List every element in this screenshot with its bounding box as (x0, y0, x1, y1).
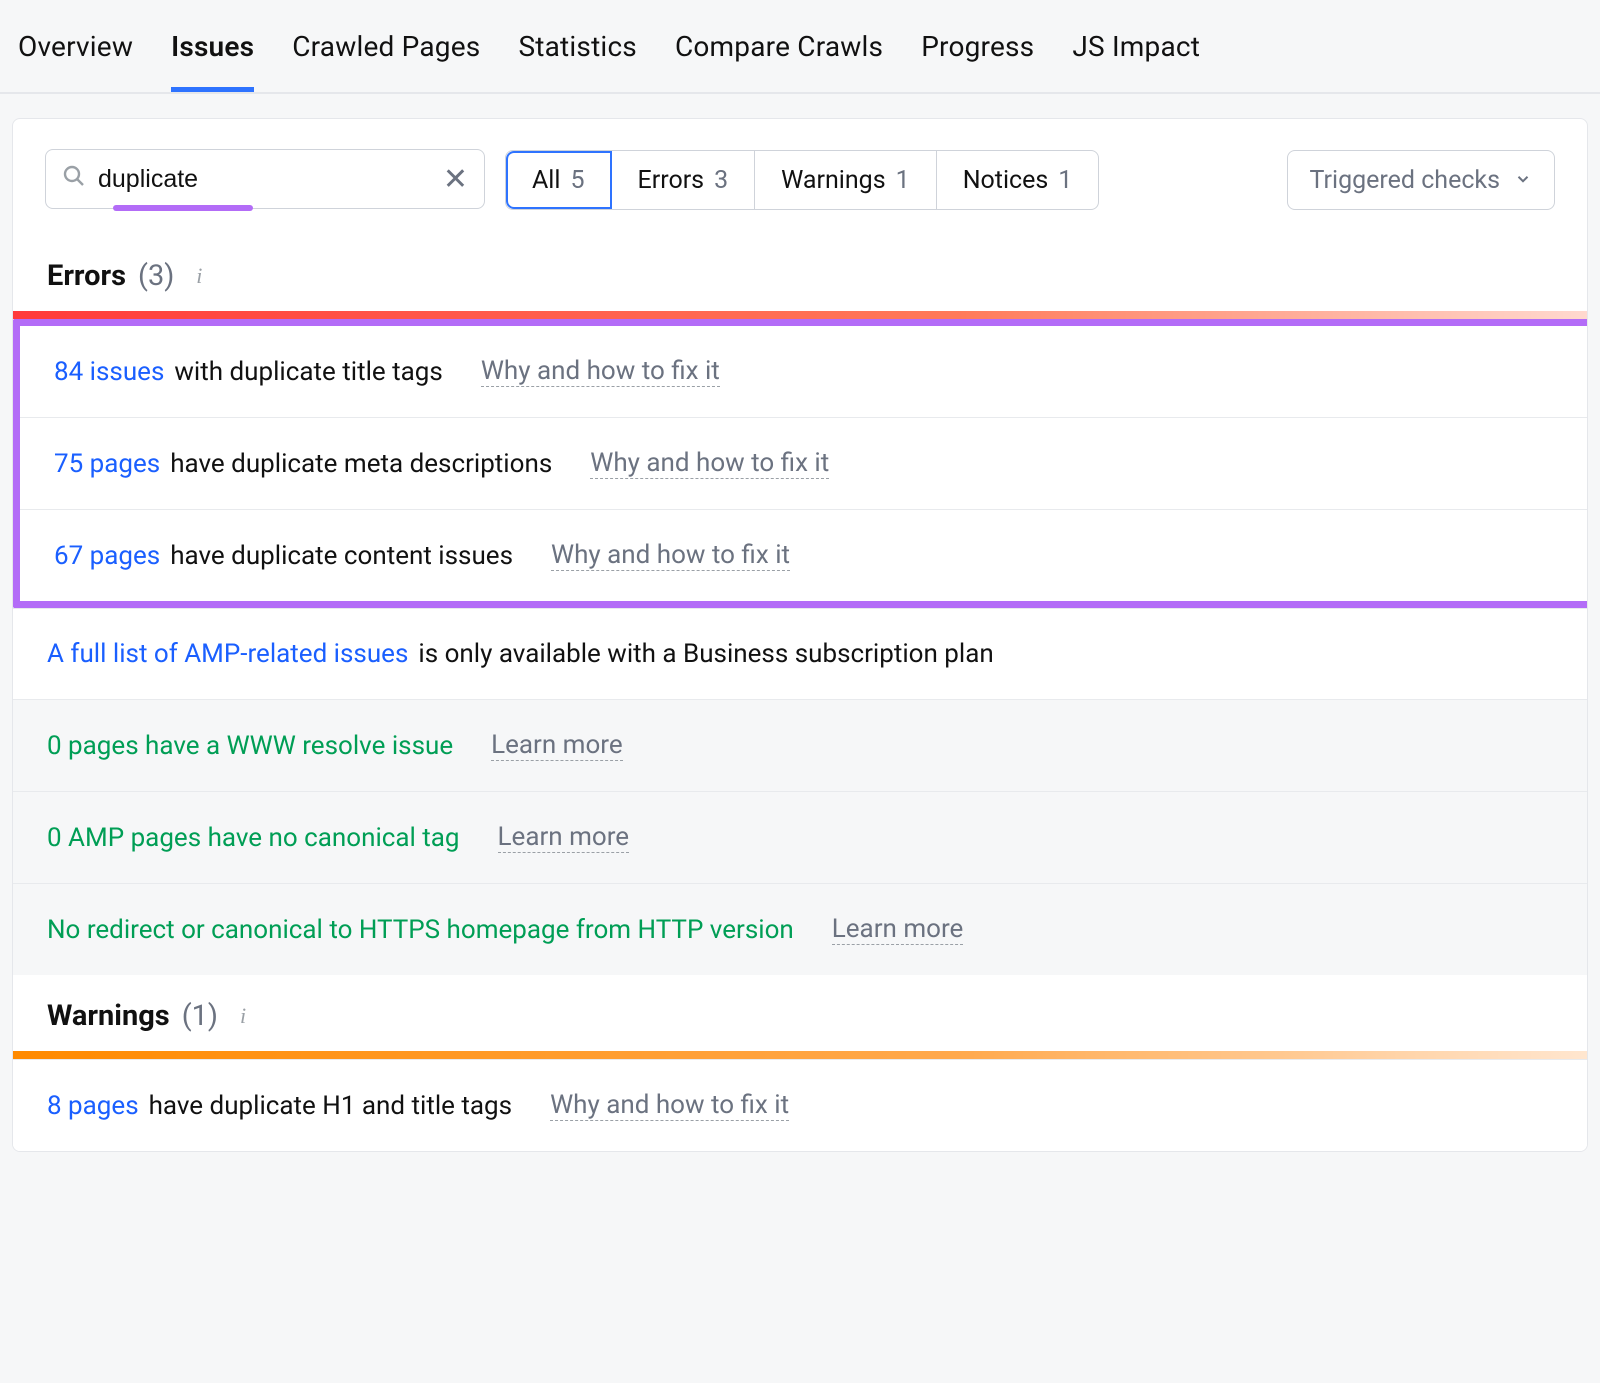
filter-label: Notices (963, 166, 1049, 195)
learn-more-link[interactable]: Learn more (832, 914, 964, 945)
amp-link[interactable]: A full list of AMP-related issues (47, 639, 408, 669)
filter-errors[interactable]: Errors 3 (612, 151, 756, 209)
issue-text: with duplicate title tags (174, 357, 442, 387)
tab-crawled-pages[interactable]: Crawled Pages (292, 22, 480, 92)
issue-count-link[interactable]: 67 pages (54, 541, 160, 571)
fix-link[interactable]: Why and how to fix it (590, 448, 829, 479)
chevron-down-icon (1514, 166, 1532, 195)
filter-label: Warnings (781, 166, 885, 195)
issue-text: No redirect or canonical to HTTPS homepa… (47, 915, 794, 945)
section-count: (1) (182, 999, 218, 1033)
tab-progress[interactable]: Progress (921, 22, 1034, 92)
search-icon (62, 164, 86, 195)
select-label: Triggered checks (1310, 166, 1500, 195)
issue-row-zero[interactable]: No redirect or canonical to HTTPS homepa… (13, 883, 1587, 975)
issue-row[interactable]: 84 issues with duplicate title tags Why … (20, 326, 1587, 417)
issue-row-zero[interactable]: 0 pages have a WWW resolve issue Learn m… (13, 699, 1587, 791)
clear-icon[interactable]: ✕ (443, 162, 468, 197)
filter-pill-group: All 5 Errors 3 Warnings 1 Notices 1 (505, 150, 1099, 210)
filter-warnings[interactable]: Warnings 1 (755, 151, 937, 209)
issue-text: have duplicate content issues (170, 541, 513, 571)
filter-all[interactable]: All 5 (506, 151, 612, 209)
issue-count-link[interactable]: 8 pages (47, 1091, 139, 1121)
section-title: Errors (47, 259, 126, 293)
issue-text: have duplicate H1 and title tags (149, 1091, 512, 1121)
tab-issues[interactable]: Issues (171, 22, 254, 92)
amp-upsell-row[interactable]: A full list of AMP-related issues is onl… (13, 608, 1587, 699)
issue-row[interactable]: 8 pages have duplicate H1 and title tags… (13, 1059, 1587, 1151)
warnings-gradient-bar (13, 1051, 1587, 1059)
section-count: (3) (138, 259, 174, 293)
issue-count-link[interactable]: 75 pages (54, 449, 160, 479)
filter-label: All (532, 166, 560, 195)
learn-more-link[interactable]: Learn more (498, 822, 630, 853)
issue-row[interactable]: 67 pages have duplicate content issues W… (20, 509, 1587, 601)
info-icon[interactable]: i (186, 263, 212, 289)
toolbar: ✕ All 5 Errors 3 Warnings 1 Notices 1 (13, 119, 1587, 235)
tab-overview[interactable]: Overview (18, 22, 133, 92)
fix-link[interactable]: Why and how to fix it (550, 1090, 789, 1121)
tab-statistics[interactable]: Statistics (518, 22, 637, 92)
fix-link[interactable]: Why and how to fix it (481, 356, 720, 387)
errors-gradient-bar (13, 311, 1587, 319)
highlighted-errors: 84 issues with duplicate title tags Why … (13, 319, 1587, 608)
issue-row-zero[interactable]: 0 AMP pages have no canonical tag Learn … (13, 791, 1587, 883)
triggered-checks-select[interactable]: Triggered checks (1287, 150, 1555, 210)
tab-compare-crawls[interactable]: Compare Crawls (675, 22, 883, 92)
tab-bar: Overview Issues Crawled Pages Statistics… (0, 0, 1600, 94)
search-input[interactable] (98, 165, 443, 194)
section-title: Warnings (47, 999, 170, 1033)
info-icon[interactable]: i (230, 1003, 256, 1029)
search-field[interactable]: ✕ (45, 149, 485, 209)
fix-link[interactable]: Why and how to fix it (551, 540, 790, 571)
errors-header: Errors (3) i (13, 235, 1587, 311)
issue-text: have duplicate meta descriptions (170, 449, 552, 479)
filter-count: 5 (570, 166, 584, 195)
filter-count: 1 (1058, 166, 1072, 195)
issue-text: 0 pages have a WWW resolve issue (47, 731, 453, 761)
issue-count-link[interactable]: 84 issues (54, 357, 164, 387)
learn-more-link[interactable]: Learn more (491, 730, 623, 761)
issue-text: 0 AMP pages have no canonical tag (47, 823, 460, 853)
filter-count: 1 (896, 166, 910, 195)
issue-row[interactable]: 75 pages have duplicate meta description… (20, 417, 1587, 509)
filter-count: 3 (714, 166, 728, 195)
tab-js-impact[interactable]: JS Impact (1072, 22, 1200, 92)
issues-card: ✕ All 5 Errors 3 Warnings 1 Notices 1 (12, 118, 1588, 1152)
amp-text: is only available with a Business subscr… (418, 639, 993, 669)
filter-notices[interactable]: Notices 1 (937, 151, 1099, 209)
warnings-header: Warnings (1) i (13, 975, 1587, 1051)
highlight-underline (113, 205, 253, 211)
filter-label: Errors (638, 166, 705, 195)
